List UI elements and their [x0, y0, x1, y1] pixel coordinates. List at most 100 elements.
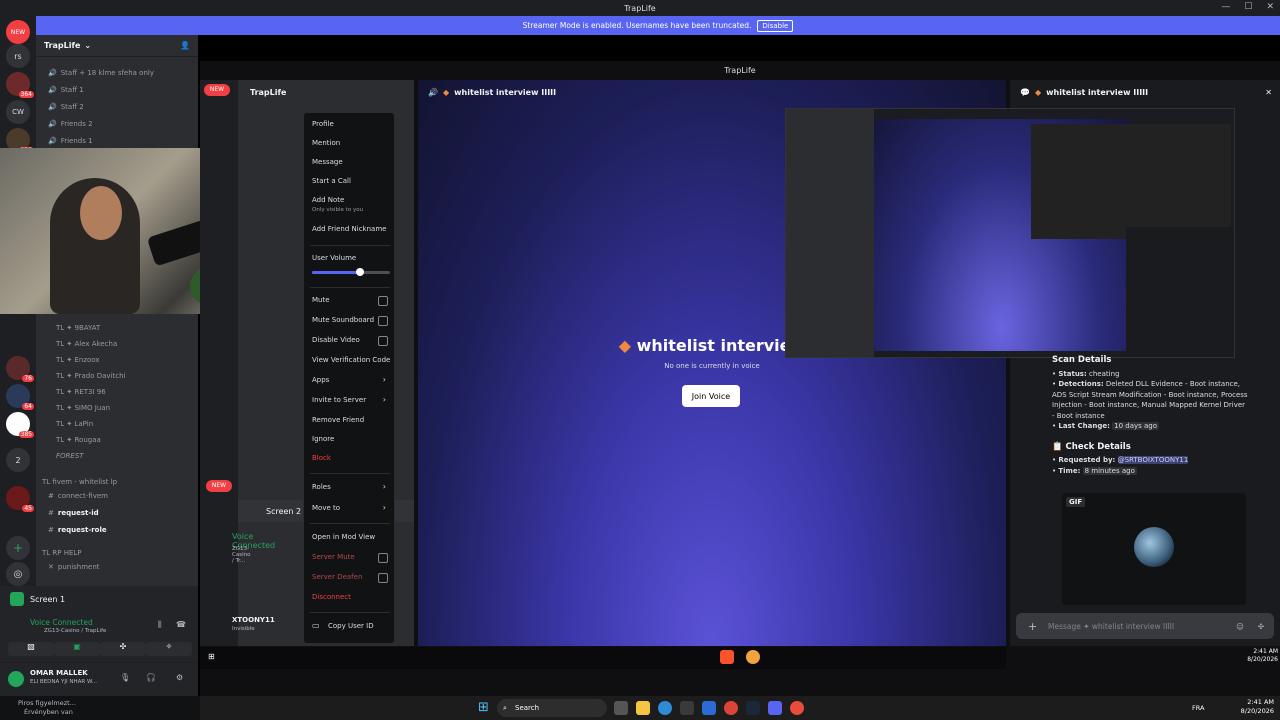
server-icon[interactable]: 76 [6, 356, 34, 382]
channel-punishment[interactable]: ✕ punishment [48, 563, 100, 571]
channel-connect-fivem[interactable]: # connect-fivem [48, 492, 108, 500]
share-screen-button[interactable]: ▣ [54, 642, 100, 656]
message-input[interactable]: + Message ✦ whitelist interview IIIII ☺ … [1016, 613, 1274, 639]
menu-mute[interactable]: Mute [312, 296, 330, 304]
menu-copy-id[interactable]: Copy User ID [328, 622, 374, 630]
menu-start-call[interactable]: Start a Call [312, 177, 351, 185]
menu-add-nickname[interactable]: Add Friend Nickname [312, 225, 386, 233]
channel-request-id[interactable]: # request-id [48, 509, 99, 517]
mic-icon[interactable]: 🎙 [120, 673, 130, 682]
server-header[interactable]: TrapLife ⌄ 👤 [36, 35, 198, 57]
task-view-icon[interactable] [614, 701, 628, 715]
menu-block[interactable]: Block [312, 454, 331, 462]
noise-suppression-icon[interactable]: ⫼ [158, 620, 162, 630]
windows-icon[interactable]: ⊞ [208, 652, 215, 661]
system-clock[interactable]: 2:41 AM 8/20/2026 [1241, 698, 1274, 716]
gif-embed[interactable]: GIF [1062, 493, 1246, 605]
video-toggle-button[interactable]: ▧ [8, 642, 54, 656]
inner-server-name[interactable]: TrapLife [250, 88, 286, 97]
server-icon-2[interactable]: 2 [6, 448, 30, 472]
menu-move-to[interactable]: Move to [312, 504, 340, 512]
voice-user[interactable]: TL ✦ Prado Davitchi [56, 372, 125, 380]
add-member-icon[interactable]: 👤 [180, 41, 190, 50]
emoji-icon[interactable]: ☺ [1236, 622, 1244, 631]
server-icon[interactable]: 45 [6, 486, 34, 512]
server-icon-new[interactable]: NEW [6, 20, 30, 44]
voice-user[interactable]: TL ✦ 9BAYAT [56, 324, 100, 332]
voice-location[interactable]: ZG13-Casino / TrapLife [44, 628, 106, 634]
add-server-icon[interactable]: + [6, 536, 30, 560]
voice-user[interactable]: TL ✦ Rougaa [56, 436, 101, 444]
brave-icon[interactable] [720, 650, 734, 664]
server-icon-cw[interactable]: CW [6, 100, 30, 124]
server-mute-checkbox[interactable] [378, 553, 388, 563]
menu-mention[interactable]: Mention [312, 139, 340, 147]
file-explorer-icon[interactable] [636, 701, 650, 715]
gear-icon[interactable]: ⚙ [176, 673, 183, 682]
menu-roles[interactable]: Roles [312, 483, 331, 491]
steam-icon[interactable] [746, 701, 760, 715]
chrome-icon[interactable] [724, 701, 738, 715]
mute-checkbox[interactable] [378, 296, 388, 306]
server-icon[interactable]: 364 [6, 72, 34, 98]
menu-remove-friend[interactable]: Remove Friend [312, 416, 364, 424]
mail-icon[interactable] [702, 701, 716, 715]
menu-disconnect[interactable]: Disconnect [312, 593, 351, 601]
voice-user[interactable]: TL ✦ Enzoox [56, 356, 100, 364]
menu-mod-view[interactable]: Open in Mod View [312, 533, 375, 541]
mute-soundboard-checkbox[interactable] [378, 316, 388, 326]
channel-item[interactable]: 🔊 Staff 2 [48, 103, 84, 111]
channel-item[interactable]: 🔊 Staff 1 [48, 86, 84, 94]
apps-icon[interactable]: ✣ [1258, 622, 1264, 631]
app-icon[interactable] [746, 650, 760, 664]
category-fivem[interactable]: TL fivem - whitelist lp [42, 478, 117, 486]
server-icon[interactable]: 64 [6, 384, 34, 410]
activities-button[interactable]: ✣ [100, 642, 146, 656]
close-icon[interactable]: ✕ [1265, 88, 1272, 97]
app-icon[interactable] [790, 701, 804, 715]
menu-invite[interactable]: Invite to Server [312, 396, 366, 404]
server-icon[interactable]: 385 [6, 412, 34, 438]
channel-request-role[interactable]: # request-role [48, 526, 107, 534]
user-volume-slider[interactable] [312, 268, 390, 276]
menu-disable-video[interactable]: Disable Video [312, 336, 360, 344]
voice-user[interactable]: FOREST [56, 452, 84, 460]
discord-icon[interactable] [768, 701, 782, 715]
discover-icon[interactable]: ◎ [6, 562, 30, 586]
menu-mute-soundboard[interactable]: Mute Soundboard [312, 316, 374, 324]
taskbar-search[interactable]: ⌕ Search [497, 699, 607, 717]
voice-user[interactable]: TL ✦ LaPin [56, 420, 93, 428]
headphones-icon[interactable]: 🎧 [146, 673, 156, 682]
minimize-icon[interactable]: — [1221, 2, 1230, 12]
requested-by-mention[interactable]: @SRTBOIXTOONY11 [1117, 456, 1189, 464]
menu-message[interactable]: Message [312, 158, 343, 166]
menu-profile[interactable]: Profile [312, 120, 334, 128]
menu-add-note[interactable]: Add Note [312, 196, 344, 204]
menu-ignore[interactable]: Ignore [312, 435, 334, 443]
menu-server-mute[interactable]: Server Mute [312, 553, 355, 561]
menu-view-verification[interactable]: View Verification Code [312, 356, 390, 364]
store-icon[interactable] [680, 701, 694, 715]
disable-video-checkbox[interactable] [378, 336, 388, 346]
channel-item[interactable]: 🔊 Staff + 18 klme sfeha only [48, 69, 154, 77]
soundboard-button[interactable]: ✧ [146, 642, 192, 656]
start-icon[interactable]: ⊞ [478, 700, 489, 715]
add-attachment-icon[interactable]: + [1028, 620, 1037, 633]
disable-button[interactable]: Disable [757, 19, 794, 32]
menu-apps[interactable]: Apps [312, 376, 329, 384]
avatar[interactable] [8, 671, 24, 687]
join-voice-button[interactable]: Join Voice [682, 385, 740, 407]
notification-toast[interactable]: Piros figyelmezt... Érvényben van [0, 696, 200, 720]
channel-item[interactable]: 🔊 Friends 1 [48, 137, 93, 145]
server-deafen-checkbox[interactable] [378, 573, 388, 583]
volume-knob[interactable] [356, 268, 365, 276]
language-indicator[interactable]: FRA [1192, 704, 1204, 712]
edge-icon[interactable] [658, 701, 672, 715]
voice-user[interactable]: TL ✦ SIMO Juan [56, 404, 110, 412]
disconnect-icon[interactable]: ☎ [176, 620, 186, 629]
voice-user[interactable]: TL ✦ RET3I 96 [56, 388, 106, 396]
menu-server-deafen[interactable]: Server Deafen [312, 573, 362, 581]
maximize-icon[interactable]: ☐ [1244, 2, 1252, 12]
server-icon-rs[interactable]: rs [6, 44, 30, 68]
category-rp-help[interactable]: TL RP HELP [42, 549, 82, 557]
